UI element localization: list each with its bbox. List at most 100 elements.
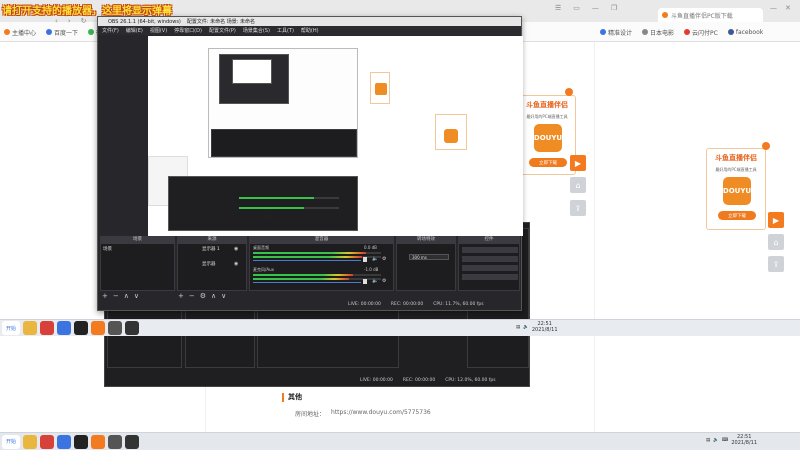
start-streaming-button[interactable] bbox=[462, 247, 518, 253]
sources-dock[interactable]: 显示器 1 显示器 ◉ ◉ bbox=[177, 243, 247, 291]
menu-icon[interactable]: ☰ bbox=[555, 4, 561, 12]
back-icon[interactable]: ‹ bbox=[55, 17, 58, 25]
obs-menu-item[interactable]: 停靠窗口(D) bbox=[174, 27, 202, 34]
obs-window[interactable]: OBS 26.1.1 (64-bit, windows) 配置文件: 未命名 场… bbox=[97, 16, 523, 311]
visibility-eye-icon[interactable]: ◉ bbox=[234, 246, 238, 252]
rec-status: REC: 00:00:00 bbox=[390, 302, 424, 307]
bookmark-label: 主播中心 bbox=[12, 29, 37, 37]
reload-icon[interactable]: ↻ bbox=[81, 17, 87, 25]
slider-handle[interactable] bbox=[363, 279, 367, 284]
volume-slider[interactable] bbox=[253, 260, 361, 261]
network-icon[interactable]: ▤ bbox=[516, 325, 520, 330]
obs-menu-item[interactable]: 场景集合(S) bbox=[243, 27, 270, 34]
minimize-icon[interactable]: — bbox=[770, 4, 777, 12]
ad-card-right[interactable]: 斗鱼直播伴侣 最好用的PC端直播工具 DOUYU 立即下载 bbox=[706, 148, 766, 230]
start-button[interactable]: 开始 bbox=[2, 434, 20, 449]
tab-active[interactable]: 斗鱼直播伴侣PC版下载 bbox=[658, 8, 763, 22]
bookmark-item[interactable]: 主播中心 bbox=[4, 28, 36, 37]
taskbar-app-obs-icon[interactable] bbox=[74, 321, 88, 335]
ad-card[interactable]: 斗鱼直播伴侣 最好用的PC端直播工具 DOUYU 立即下载 bbox=[518, 95, 576, 175]
scene-item[interactable]: 场景 bbox=[103, 246, 112, 252]
tab-list-icon[interactable]: ▭ bbox=[573, 4, 580, 12]
gear-icon[interactable]: ⚙ bbox=[200, 292, 206, 300]
sources-dock-header: 来源 bbox=[177, 236, 247, 243]
taskbar-app-folder-icon[interactable] bbox=[23, 321, 37, 335]
slider-handle[interactable] bbox=[363, 257, 367, 262]
bookmark-favicon-icon bbox=[46, 29, 53, 35]
speaker-icon[interactable]: 🔈 bbox=[372, 278, 378, 284]
taskbar-app-shield-icon[interactable] bbox=[57, 321, 71, 335]
taskbar-app-capture-icon[interactable] bbox=[108, 321, 122, 335]
douyu-logo-icon: DOUYU bbox=[534, 124, 562, 152]
room-url-link[interactable]: https://www.douyu.com/5775736 bbox=[331, 409, 431, 418]
gear-icon[interactable]: ⚙ bbox=[382, 278, 386, 284]
settings-button[interactable] bbox=[462, 274, 518, 280]
bookmark-item[interactable]: 百度一下 bbox=[46, 28, 78, 37]
forward-icon[interactable]: › bbox=[68, 17, 71, 25]
controls-dock[interactable] bbox=[458, 243, 520, 291]
speaker-icon[interactable]: 🔈 bbox=[372, 256, 378, 262]
obs-preview[interactable]: 其他 bbox=[148, 36, 523, 236]
bookmark-item[interactable]: 日本电影 bbox=[642, 28, 674, 37]
obs-menu-item[interactable]: 文件(F) bbox=[102, 27, 119, 34]
scenes-dock[interactable]: 场景 bbox=[100, 243, 175, 291]
start-recording-button[interactable] bbox=[462, 256, 518, 262]
close-icon[interactable]: ✕ bbox=[785, 4, 791, 12]
download-button[interactable]: 立即下载 bbox=[529, 158, 567, 167]
download-button[interactable]: 立即下载 bbox=[718, 211, 756, 220]
taskbar-app-video-icon[interactable] bbox=[125, 434, 139, 449]
taskbar-app-video-icon[interactable] bbox=[125, 321, 139, 335]
volume-icon[interactable]: 🔈 bbox=[713, 438, 719, 443]
mixer-dock[interactable]: 桌面音频 0.0 dB 🔈 ⚙ 麦克风/Aux -1.0 dB 🔈 ⚙ bbox=[249, 243, 394, 291]
volume-slider[interactable] bbox=[253, 282, 361, 283]
start-button[interactable]: 开始 bbox=[2, 321, 20, 335]
share-icon[interactable]: ⇪ bbox=[570, 200, 586, 216]
keyboard-icon[interactable]: ⌨ bbox=[722, 438, 729, 443]
play-icon[interactable]: ▶ bbox=[768, 212, 784, 228]
up-icon[interactable]: ∧ bbox=[124, 292, 129, 300]
up-icon[interactable]: ∧ bbox=[211, 292, 216, 300]
down-icon[interactable]: ∨ bbox=[221, 292, 226, 300]
obs-menu-item[interactable]: 配置文件(P) bbox=[209, 27, 236, 34]
obs-menu-item[interactable]: 编辑(E) bbox=[126, 27, 143, 34]
bookmark-item[interactable]: facebook bbox=[727, 29, 763, 36]
network-icon[interactable]: ▤ bbox=[706, 438, 710, 443]
bookmark-item[interactable]: 云闪付PC bbox=[684, 28, 718, 37]
home-icon[interactable]: ⌂ bbox=[768, 234, 784, 250]
obs-menu-item[interactable]: 帮助(H) bbox=[301, 27, 319, 34]
source-item[interactable]: 显示器 1 bbox=[202, 246, 220, 252]
taskbar-app-capture-icon[interactable] bbox=[108, 434, 122, 449]
share-icon[interactable]: ⇪ bbox=[768, 256, 784, 272]
obs-menu-item[interactable]: 视图(V) bbox=[150, 27, 167, 34]
add-icon[interactable]: + bbox=[102, 292, 108, 300]
nested-ad-logo-icon bbox=[375, 83, 387, 95]
taskbar-app-chrome-icon[interactable] bbox=[40, 321, 54, 335]
down-icon[interactable]: ∨ bbox=[134, 292, 139, 300]
gear-icon[interactable]: ⚙ bbox=[382, 256, 386, 262]
visibility-eye-icon[interactable]: ◉ bbox=[234, 261, 238, 267]
source-item[interactable]: 显示器 bbox=[202, 261, 216, 267]
home-icon[interactable]: ⌂ bbox=[570, 177, 586, 193]
studio-mode-button[interactable] bbox=[462, 265, 518, 271]
transitions-dock[interactable]: 300 ms bbox=[396, 243, 456, 291]
remove-icon[interactable]: − bbox=[189, 292, 195, 300]
volume-icon[interactable]: 🔈 bbox=[523, 325, 529, 330]
play-icon[interactable]: ▶ bbox=[570, 155, 586, 171]
close-ad-icon[interactable] bbox=[762, 142, 770, 150]
meter-level bbox=[239, 197, 314, 199]
taskbar-app-douyu-icon[interactable] bbox=[91, 321, 105, 335]
restore-icon[interactable]: ❐ bbox=[611, 4, 617, 12]
remove-icon[interactable]: − bbox=[113, 292, 119, 300]
close-ad-icon[interactable] bbox=[565, 88, 573, 96]
taskbar-app-folder-icon[interactable] bbox=[23, 434, 37, 449]
add-icon[interactable]: + bbox=[178, 292, 184, 300]
taskbar-app-douyu-icon[interactable] bbox=[91, 434, 105, 449]
minimize-icon[interactable]: — bbox=[592, 4, 599, 12]
obs-menu-item[interactable]: 工具(T) bbox=[277, 27, 294, 34]
taskbar-app-chrome-icon[interactable] bbox=[40, 434, 54, 449]
nested-ad bbox=[370, 72, 390, 104]
taskbar-app-shield-icon[interactable] bbox=[57, 434, 71, 449]
taskbar-app-obs-icon[interactable] bbox=[74, 434, 88, 449]
duration-field[interactable]: 300 ms bbox=[409, 254, 449, 260]
bookmark-item[interactable]: 精准设计 bbox=[600, 28, 632, 37]
